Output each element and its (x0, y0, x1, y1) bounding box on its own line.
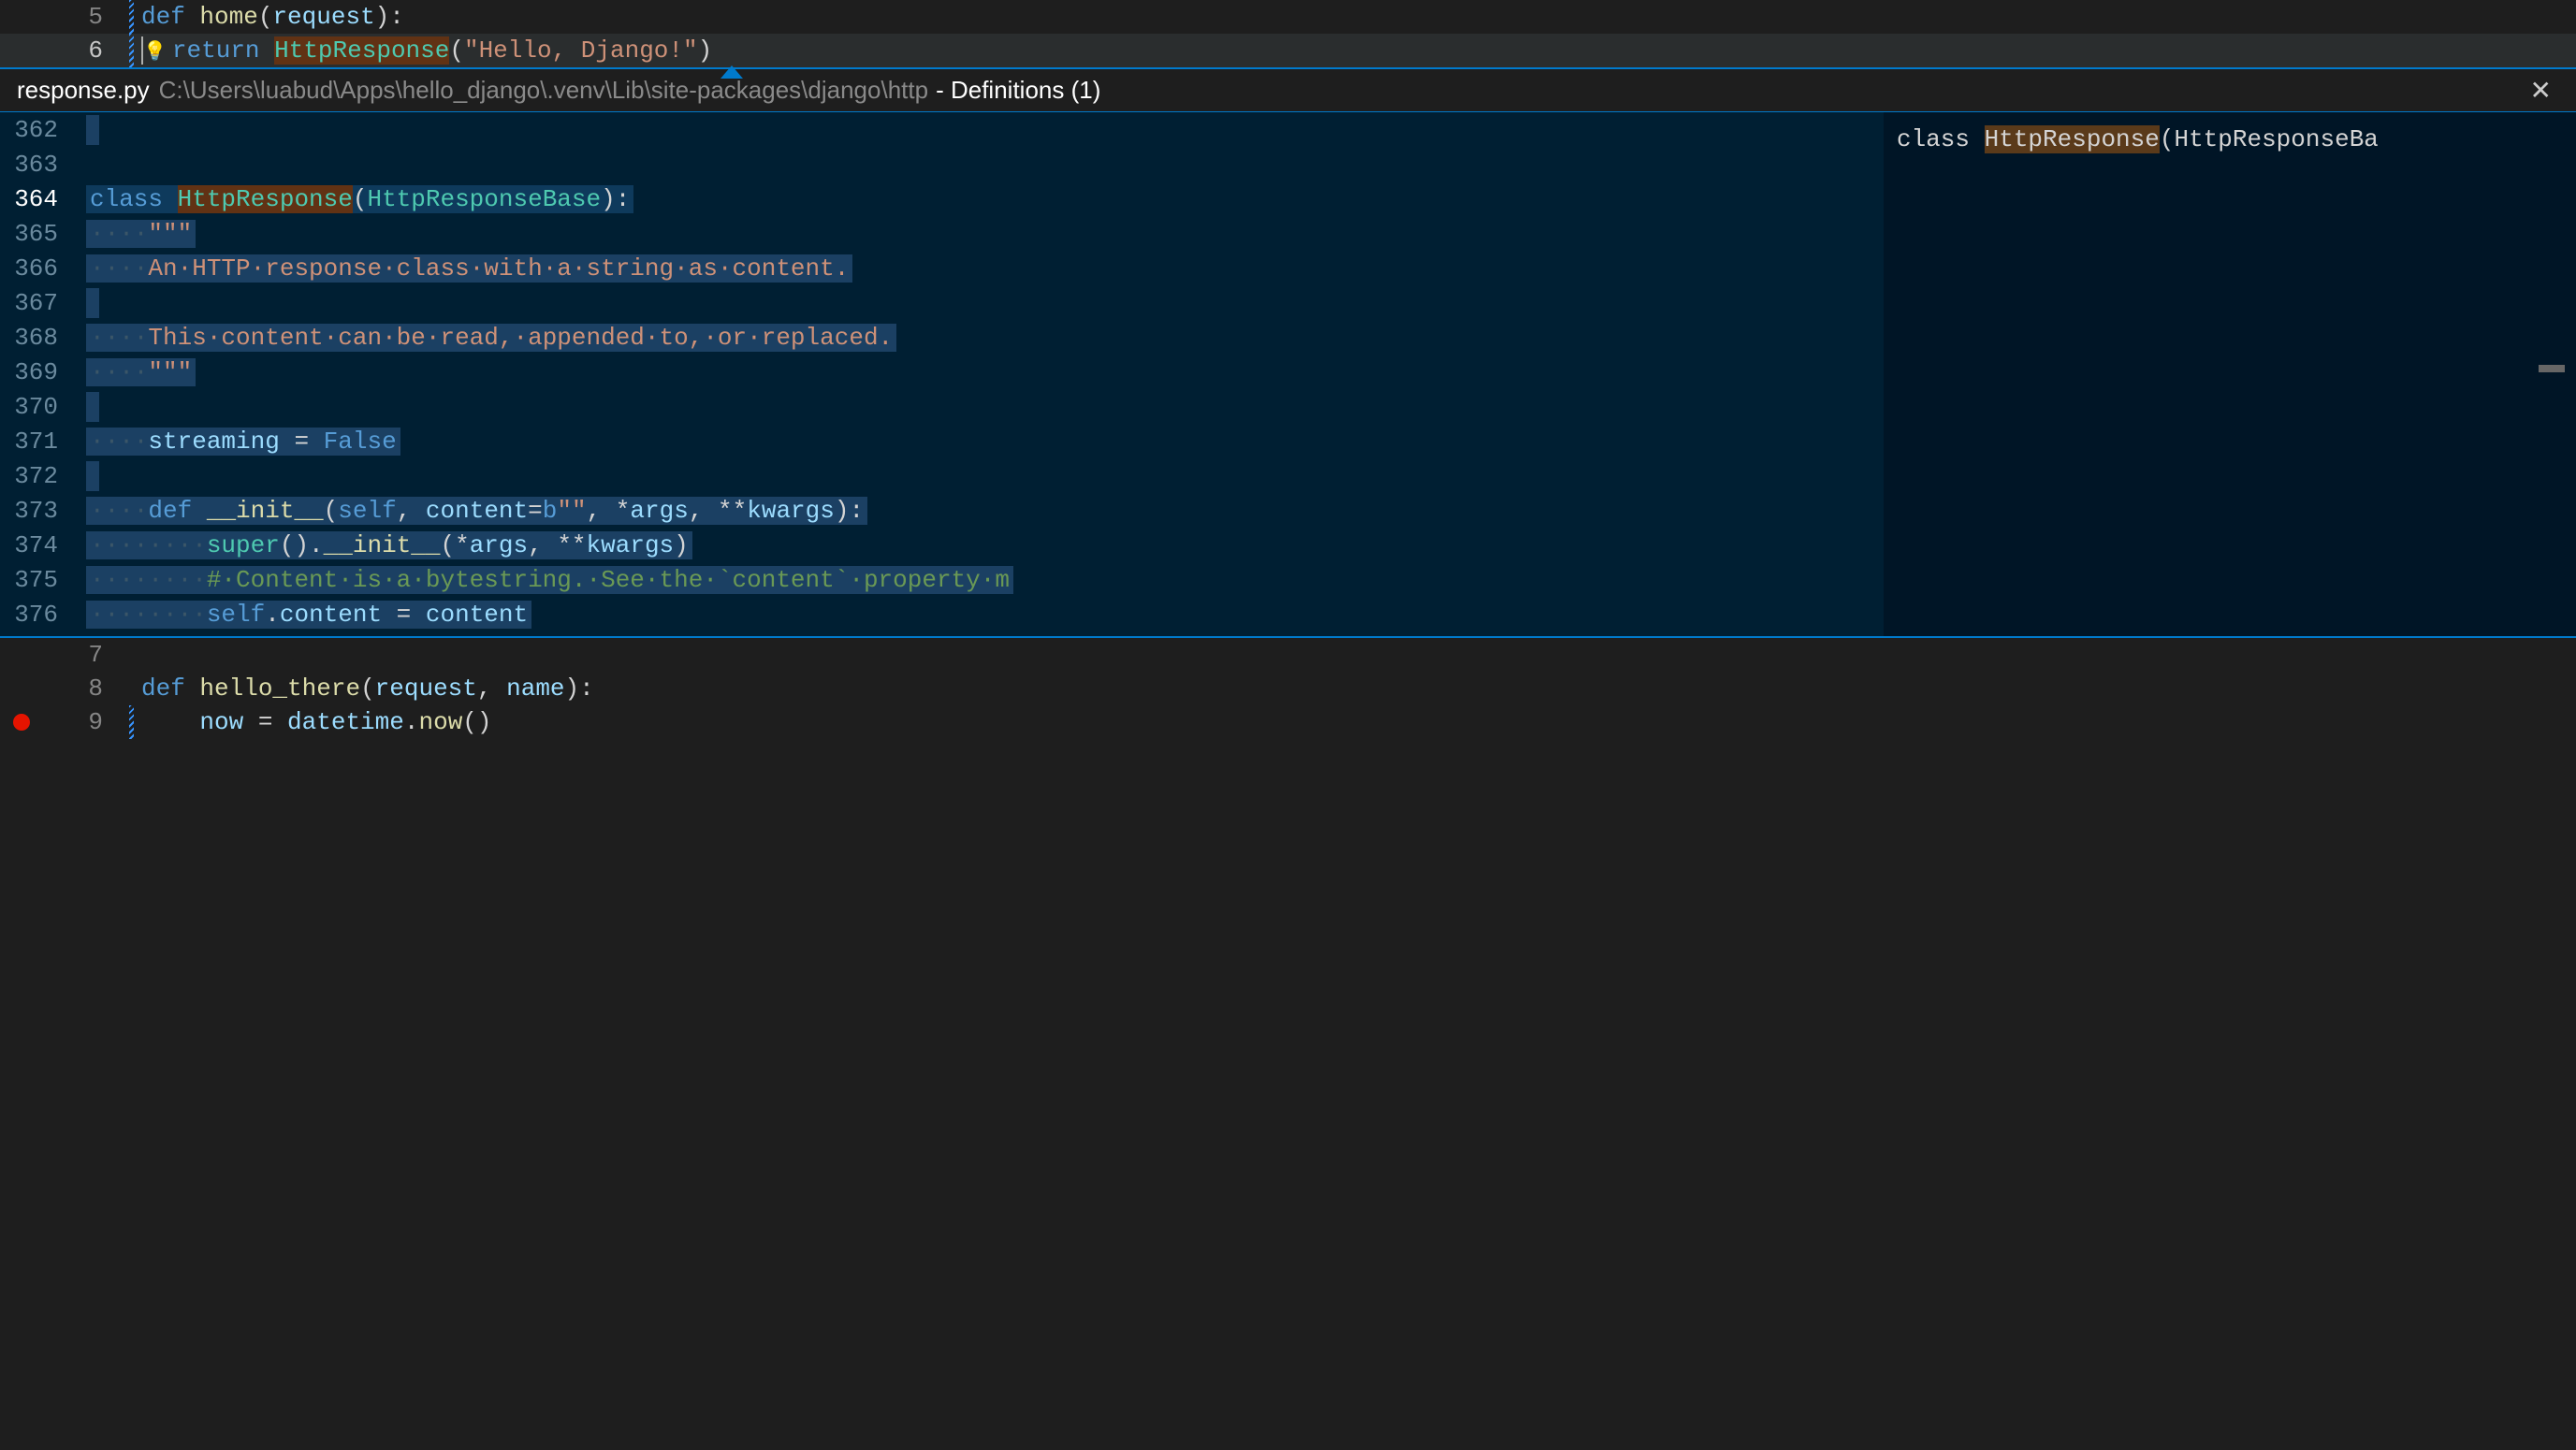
code-content[interactable]: def hello_there(request, name): (134, 674, 2576, 703)
line-number: 374 (0, 531, 86, 559)
line-number: 365 (0, 220, 86, 248)
line-number: 376 (0, 601, 86, 629)
peek-references-panel[interactable]: class HttpResponse(HttpResponseBa (1884, 112, 2576, 636)
peek-header: response.py C:\Users\luabud\Apps\hello_d… (0, 69, 2576, 112)
line-number: 377 (0, 635, 86, 637)
line-number: 375 (0, 566, 86, 594)
peek-line-366[interactable]: 366 ····An·HTTP·response·class·with·a·st… (0, 251, 1884, 285)
line-number: 366 (0, 254, 86, 283)
main-editor-top[interactable]: 5 def home(request): 6 💡return HttpRespo… (0, 0, 2576, 67)
code-content[interactable]: ········super().__init__(*args, **kwargs… (86, 531, 692, 559)
lightbulb-icon[interactable]: 💡 (143, 39, 167, 64)
breakpoint-icon[interactable] (13, 714, 30, 731)
code-line-6[interactable]: 6 💡return HttpResponse("Hello, Django!") (0, 34, 2576, 67)
line-number: 364 (0, 185, 86, 213)
code-content[interactable]: ········self.content = content (86, 601, 531, 629)
line-number: 368 (0, 324, 86, 352)
code-line-5[interactable]: 5 def home(request): (0, 0, 2576, 34)
line-number: 372 (0, 462, 86, 490)
line-number: 362 (0, 116, 86, 144)
line-number: 8 (43, 674, 129, 703)
peek-line-373[interactable]: 373 ····def __init__(self, content=b"", … (0, 493, 1884, 528)
line-number: 371 (0, 428, 86, 456)
code-content[interactable]: ····This·content·can·be·read,·appended·t… (86, 324, 896, 352)
peek-line-376[interactable]: 376 ········self.content = content (0, 597, 1884, 631)
reference-item[interactable]: class HttpResponse(HttpResponseBa (1897, 122, 2563, 157)
code-content[interactable]: ····def __init__(self, content=b"", *arg… (86, 497, 867, 525)
peek-line-370[interactable]: 370 (0, 389, 1884, 424)
line-number: 363 (0, 151, 86, 179)
line-number: 5 (43, 3, 129, 31)
line-number: 9 (43, 708, 129, 736)
main-editor-bottom[interactable]: 7 8 def hello_there(request, name): 9 no… (0, 638, 2576, 739)
peek-line-374[interactable]: 374 ········super().__init__(*args, **kw… (0, 528, 1884, 562)
peek-title: - Definitions (1) (936, 76, 1100, 105)
peek-code-area[interactable]: 362 363 364 class HttpResponse(HttpRespo… (0, 112, 1884, 636)
peek-line-369[interactable]: 369 ····""" (0, 355, 1884, 389)
peek-definition-view: response.py C:\Users\luabud\Apps\hello_d… (0, 67, 2576, 638)
peek-line-375[interactable]: 375 ········#·Content·is·a·bytestring.·S… (0, 562, 1884, 597)
code-content[interactable]: class HttpResponse(HttpResponseBase): (86, 185, 633, 213)
code-content[interactable]: ····An·HTTP·response·class·with·a·string… (86, 254, 852, 283)
code-content[interactable]: def home(request): (134, 3, 2576, 31)
line-number: 369 (0, 358, 86, 386)
glyph-margin[interactable] (0, 714, 43, 731)
peek-filepath: C:\Users\luabud\Apps\hello_django\.venv\… (159, 76, 928, 105)
peek-pointer-icon (720, 65, 743, 79)
peek-line-368[interactable]: 368 ····This·content·can·be·read,·append… (0, 320, 1884, 355)
peek-body: 362 363 364 class HttpResponse(HttpRespo… (0, 112, 2576, 636)
code-content[interactable]: ····streaming = False (86, 428, 400, 456)
line-number: 7 (43, 641, 129, 669)
peek-line-372[interactable]: 372 (0, 458, 1884, 493)
code-line-8[interactable]: 8 def hello_there(request, name): (0, 672, 2576, 705)
line-number: 367 (0, 289, 86, 317)
line-number: 6 (43, 36, 129, 65)
peek-line-367[interactable]: 367 (0, 285, 1884, 320)
code-content[interactable]: 💡return HttpResponse("Hello, Django!") (134, 36, 2576, 65)
peek-line-365[interactable]: 365 ····""" (0, 216, 1884, 251)
peek-line-363[interactable]: 363 (0, 147, 1884, 181)
code-content[interactable]: ····""" (86, 220, 196, 248)
line-number: 370 (0, 393, 86, 421)
peek-line-364[interactable]: 364 class HttpResponse(HttpResponseBase)… (0, 181, 1884, 216)
code-line-7[interactable]: 7 (0, 638, 2576, 672)
line-number: 373 (0, 497, 86, 525)
close-icon[interactable]: ✕ (2523, 71, 2559, 109)
minimap-indicator (2539, 365, 2565, 372)
peek-line-377[interactable]: 377 (0, 631, 1884, 636)
peek-line-371[interactable]: 371 ····streaming = False (0, 424, 1884, 458)
peek-filename: response.py (17, 76, 150, 105)
code-line-9[interactable]: 9 now = datetime.now() (0, 705, 2576, 739)
code-content[interactable]: ········#·Content·is·a·bytestring.·See·t… (86, 566, 1013, 594)
code-content[interactable]: now = datetime.now() (134, 708, 2576, 736)
peek-line-362[interactable]: 362 (0, 112, 1884, 147)
code-content[interactable]: ····""" (86, 358, 196, 386)
